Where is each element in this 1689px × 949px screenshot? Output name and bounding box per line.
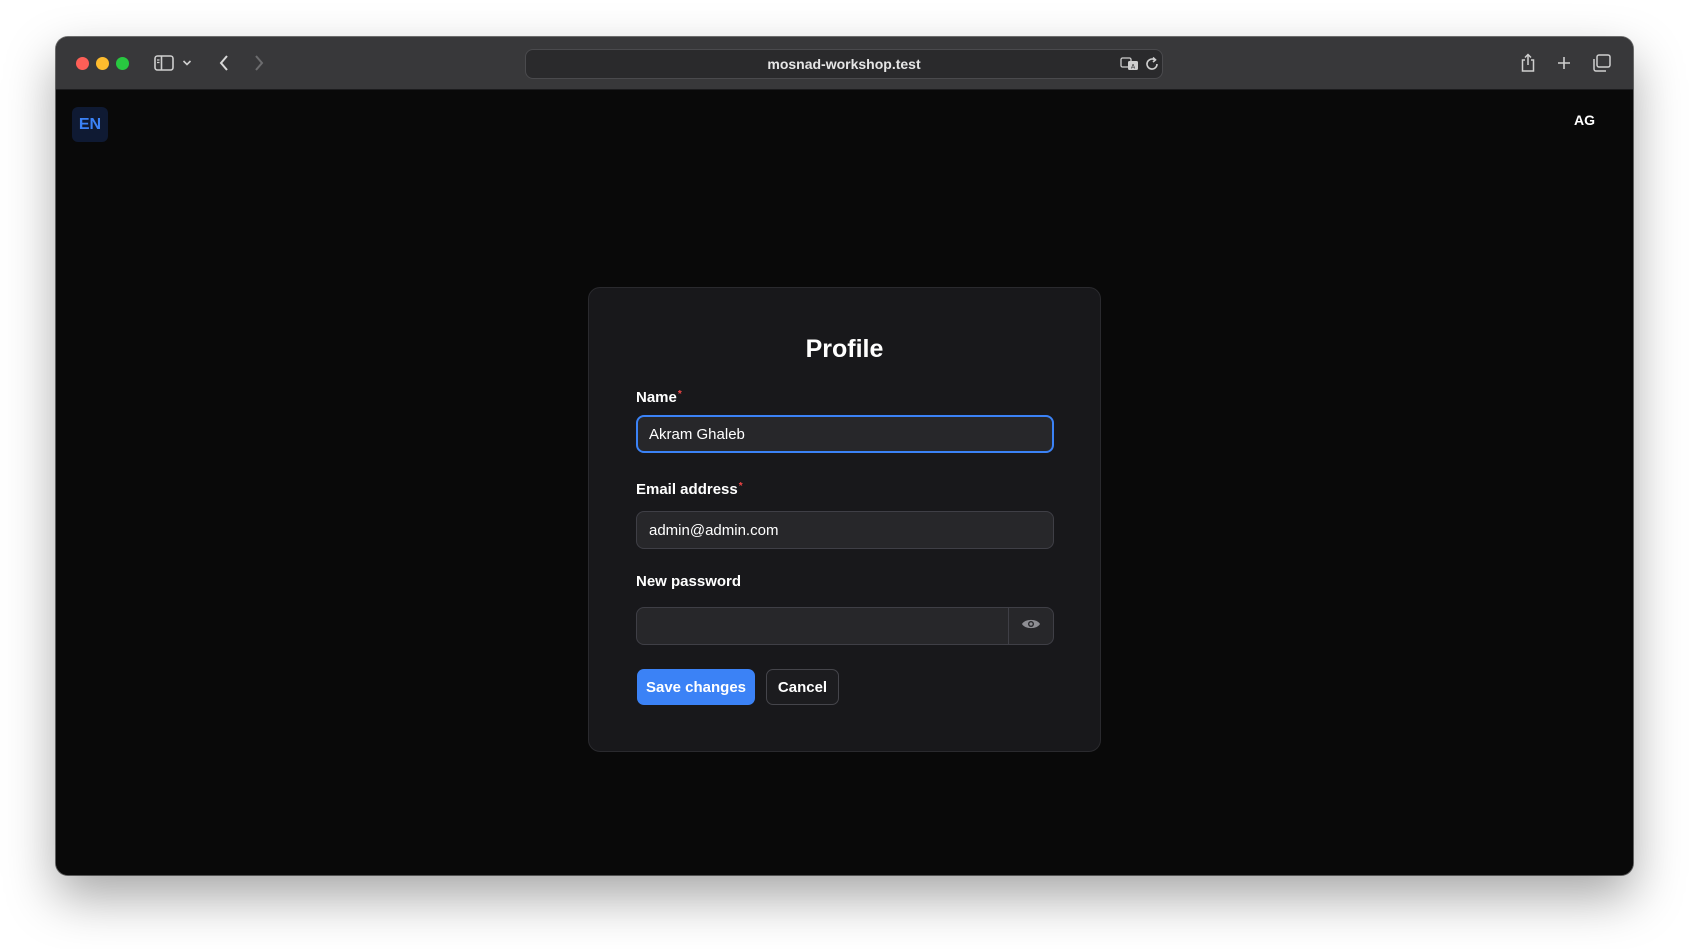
tabs-overview-icon[interactable]	[1591, 50, 1613, 76]
password-label: New password	[636, 573, 742, 590]
name-label-text: Name	[636, 389, 677, 406]
browser-toolbar: mosnad-workshop.test A	[56, 37, 1633, 90]
forward-icon[interactable]	[249, 50, 269, 76]
cancel-button[interactable]: Cancel	[766, 669, 839, 705]
url-text: mosnad-workshop.test	[767, 56, 921, 72]
show-password-button[interactable]	[1008, 607, 1054, 645]
page-content: EN AG Profile Name* Akram Ghaleb Email a…	[56, 90, 1633, 875]
email-input[interactable]: admin@admin.com	[636, 511, 1054, 549]
save-changes-button[interactable]: Save changes	[637, 669, 755, 705]
language-switcher[interactable]: EN	[72, 107, 108, 142]
required-indicator: *	[677, 389, 682, 400]
translate-icon[interactable]: A	[1120, 56, 1140, 72]
plus-icon[interactable]	[1554, 50, 1574, 76]
zoom-window-button[interactable]	[116, 57, 129, 70]
name-label: Name*	[636, 389, 682, 406]
user-menu-avatar[interactable]: AG	[1574, 112, 1595, 128]
name-input[interactable]: Akram Ghaleb	[636, 415, 1054, 453]
password-input[interactable]	[636, 607, 1009, 645]
eye-icon	[1021, 617, 1041, 636]
browser-window: mosnad-workshop.test A EN AG Profile Nam…	[56, 37, 1633, 875]
required-indicator: *	[738, 481, 743, 492]
profile-card: Profile Name* Akram Ghaleb Email address…	[588, 287, 1101, 752]
page-title: Profile	[805, 335, 884, 363]
back-icon[interactable]	[214, 50, 234, 76]
minimize-window-button[interactable]	[96, 57, 109, 70]
share-icon[interactable]	[1518, 50, 1538, 76]
email-label-text: Email address	[636, 481, 738, 498]
close-window-button[interactable]	[76, 57, 89, 70]
sidebar-icon[interactable]	[152, 50, 176, 76]
chevron-down-icon[interactable]	[180, 50, 194, 76]
reload-icon[interactable]	[1144, 56, 1160, 72]
address-bar[interactable]: mosnad-workshop.test A	[525, 49, 1163, 79]
email-label: Email address*	[636, 481, 743, 498]
